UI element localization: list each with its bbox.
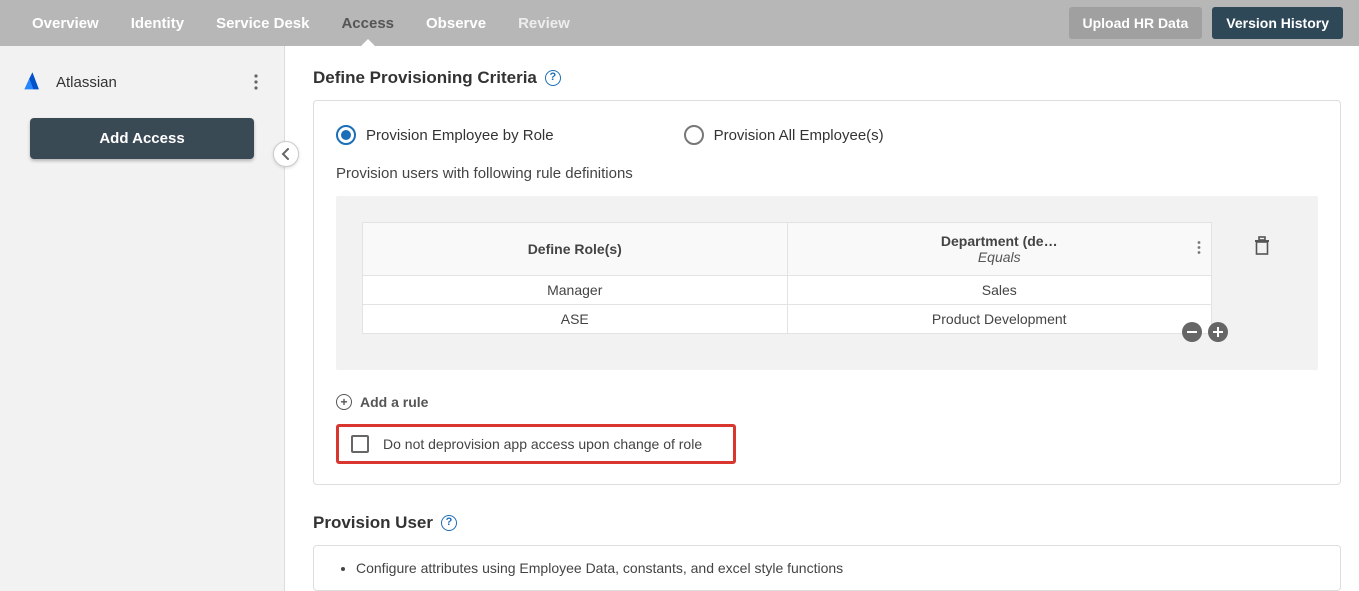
upload-hr-data-button[interactable]: Upload HR Data <box>1069 7 1203 39</box>
trash-icon <box>1253 236 1271 256</box>
provision-user-panel: Configure attributes using Employee Data… <box>313 545 1341 591</box>
tab-service-desk[interactable]: Service Desk <box>200 0 325 46</box>
plus-icon <box>1213 327 1223 337</box>
topbar-actions: Upload HR Data Version History <box>1069 7 1344 39</box>
rules-table: Define Role(s) Department (de… Equals <box>362 222 1212 334</box>
column-header-role[interactable]: Define Role(s) <box>363 223 788 276</box>
cell-role[interactable]: ASE <box>363 305 788 334</box>
section-title-provision-user: Provision User ? <box>313 513 1341 533</box>
version-history-button[interactable]: Version History <box>1212 7 1343 39</box>
atlassian-logo-icon <box>16 68 44 96</box>
app-row-atlassian[interactable]: Atlassian <box>0 58 284 106</box>
app-menu-kebab-icon[interactable] <box>244 70 268 94</box>
sidebar: Atlassian Add Access <box>0 46 285 591</box>
tab-overview[interactable]: Overview <box>16 0 115 46</box>
provisioning-criteria-panel: Provision Employee by Role Provision All… <box>313 100 1341 485</box>
main-tabs: Overview Identity Service Desk Access Ob… <box>16 0 586 46</box>
radio-provision-all[interactable]: Provision All Employee(s) <box>684 125 884 145</box>
rules-subtext: Provision users with following rule defi… <box>336 165 1318 182</box>
radio-selected-icon <box>336 125 356 145</box>
tab-review[interactable]: Review <box>502 0 586 46</box>
add-access-button[interactable]: Add Access <box>30 118 254 159</box>
cell-role[interactable]: Manager <box>363 276 788 305</box>
cell-department[interactable]: Sales <box>787 276 1212 305</box>
add-rule-label: Add a rule <box>360 394 428 410</box>
tab-observe[interactable]: Observe <box>410 0 502 46</box>
app-name-label: Atlassian <box>56 74 244 91</box>
delete-rule-button[interactable] <box>1253 236 1271 259</box>
deprovision-checkbox[interactable] <box>351 435 369 453</box>
help-icon[interactable]: ? <box>545 70 561 86</box>
add-row-button[interactable] <box>1208 322 1228 342</box>
table-row: Manager Sales <box>363 276 1212 305</box>
minus-icon <box>1187 331 1197 333</box>
table-row: ASE Product Development <box>363 305 1212 334</box>
remove-row-button[interactable] <box>1182 322 1202 342</box>
radio-provision-by-role[interactable]: Provision Employee by Role <box>336 125 554 145</box>
radio-label: Provision All Employee(s) <box>714 127 884 144</box>
radio-label: Provision Employee by Role <box>366 127 554 144</box>
tab-identity[interactable]: Identity <box>115 0 200 46</box>
plus-circle-icon: + <box>336 394 352 410</box>
tab-access[interactable]: Access <box>325 0 410 46</box>
column-menu-kebab-icon[interactable] <box>1197 241 1201 258</box>
column-header-department[interactable]: Department (de… Equals <box>787 223 1212 276</box>
provision-user-bullet: Configure attributes using Employee Data… <box>356 560 1320 576</box>
sidebar-collapse-button[interactable] <box>273 141 299 167</box>
rules-box: Define Role(s) Department (de… Equals <box>336 196 1318 370</box>
chevron-left-icon <box>280 148 292 160</box>
deprovision-checkbox-label: Do not deprovision app access upon chang… <box>383 436 702 452</box>
radio-unselected-icon <box>684 125 704 145</box>
section-title-provisioning-criteria: Define Provisioning Criteria ? <box>313 68 1341 88</box>
cell-department[interactable]: Product Development <box>787 305 1212 334</box>
topbar: Overview Identity Service Desk Access Ob… <box>0 0 1359 46</box>
add-a-rule-button[interactable]: + Add a rule <box>336 394 1318 410</box>
row-action-buttons <box>1182 322 1228 342</box>
help-icon[interactable]: ? <box>441 515 457 531</box>
main-content: Define Provisioning Criteria ? Provision… <box>285 46 1359 591</box>
deprovision-checkbox-highlight: Do not deprovision app access upon chang… <box>336 424 736 464</box>
